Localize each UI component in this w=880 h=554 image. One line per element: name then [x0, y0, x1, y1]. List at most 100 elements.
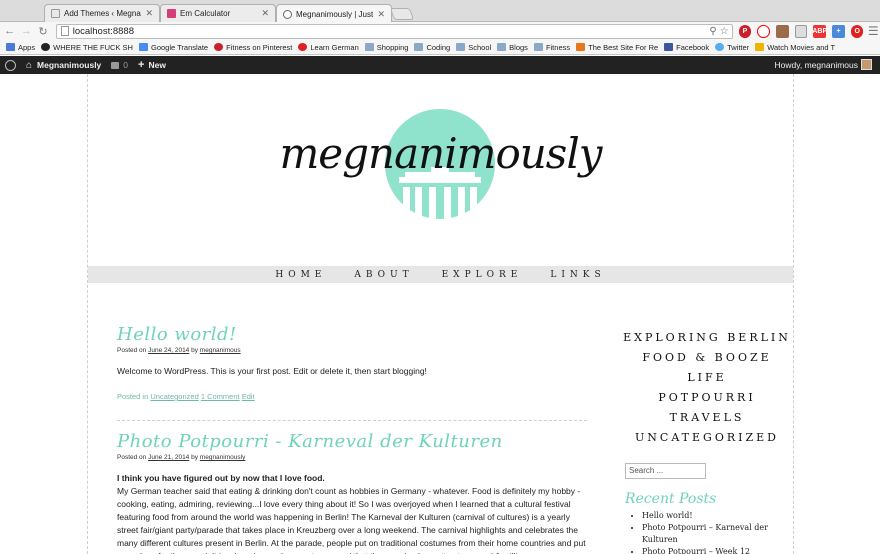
- bookmark-facebook[interactable]: Facebook: [664, 43, 709, 52]
- post-title[interactable]: Photo Potpourri - Karneval der Kulturen: [117, 431, 592, 452]
- extension-badge-icon[interactable]: +: [832, 24, 845, 38]
- folder-icon: [364, 43, 374, 51]
- browser-toolbar: ← → ↻ localhost:8888 ⚲ ☆ P ABP + O ☰: [0, 22, 880, 40]
- site-page: megnanimously HOME ABOUT EXPLORE LINKS H…: [87, 74, 794, 554]
- wordpress-icon: [283, 9, 292, 19]
- content-area: Hello world! Posted on June 24, 2014 by …: [117, 324, 592, 554]
- howdy-user[interactable]: Howdy, megnanimous: [775, 60, 858, 70]
- tab-megnanimously[interactable]: Megnanimously | Just another WordPress s…: [276, 4, 392, 23]
- post-footer: Posted in Uncategorized 1 Comment Edit: [117, 392, 592, 401]
- post-divider: [117, 420, 587, 421]
- tab-add-themes[interactable]: Add Themes ‹ Megnanimously ✕: [44, 4, 160, 22]
- bookmark-label: Fitness: [545, 42, 571, 52]
- nav-explore[interactable]: EXPLORE: [442, 270, 523, 280]
- site-header: megnanimously: [88, 74, 793, 264]
- bookmark-folder-school[interactable]: School: [456, 43, 491, 52]
- comments-link[interactable]: 1 Comment: [201, 392, 240, 401]
- tab-title: Em Calculator: [180, 9, 231, 18]
- search-input[interactable]: Search ...: [625, 463, 706, 479]
- main-navigation: HOME ABOUT EXPLORE LINKS: [88, 266, 793, 283]
- site-name: Megnanimously: [37, 60, 102, 70]
- admin-comments-link[interactable]: 0: [111, 60, 128, 70]
- category-food-booze[interactable]: FOOD & BOOZE: [622, 348, 792, 368]
- menu-icon[interactable]: ☰: [866, 24, 880, 38]
- recent-post-link[interactable]: Photo Potpourri – Karneval der Kulturen: [642, 522, 792, 546]
- folder-icon: [414, 43, 424, 51]
- bookmark-folder-shopping[interactable]: Shopping: [364, 43, 408, 52]
- adblock-plus-icon[interactable]: ABP: [812, 24, 827, 38]
- wordpress-logo-icon[interactable]: [5, 59, 16, 71]
- bookmark-apps[interactable]: Apps: [6, 43, 35, 52]
- post-lead: I think you have figured out by now that…: [117, 473, 325, 483]
- post-author-link[interactable]: megnanimous: [200, 347, 241, 354]
- bookmark-item[interactable]: WHERE THE FUCK SH: [41, 43, 133, 52]
- post-date-link[interactable]: June 21, 2014: [148, 454, 189, 461]
- address-bar[interactable]: localhost:8888 ⚲ ☆: [55, 23, 733, 39]
- forward-arrow-icon[interactable]: →: [20, 24, 34, 38]
- bookmark-learn-german[interactable]: Learn German: [298, 43, 359, 52]
- bookmark-label: Fitness on Pinterest: [226, 42, 293, 52]
- bookmark-icon: [755, 43, 765, 51]
- posted-in-label: Posted in: [117, 392, 149, 401]
- reload-icon[interactable]: ↻: [36, 24, 50, 38]
- bookmark-folder-fitness[interactable]: Fitness: [533, 42, 571, 52]
- post-title[interactable]: Hello world!: [117, 324, 592, 345]
- recent-posts-heading: Recent Posts: [625, 491, 717, 507]
- apps-grid-icon: [6, 43, 15, 51]
- close-icon[interactable]: ✕: [145, 8, 153, 19]
- category-uncategorized[interactable]: UNCATEGORIZED: [622, 428, 792, 448]
- post-body: I think you have figured out by now that…: [117, 472, 592, 554]
- post-author-link[interactable]: megnanimously: [200, 454, 246, 461]
- bookmark-best-site[interactable]: The Best Site For Re: [576, 43, 658, 52]
- admin-new-link[interactable]: + New: [138, 59, 166, 71]
- bookmark-fitness-pinterest[interactable]: Fitness on Pinterest: [214, 43, 292, 52]
- category-exploring-berlin[interactable]: EXPLORING BERLIN: [622, 328, 792, 348]
- nav-about[interactable]: ABOUT: [354, 270, 413, 280]
- search-icon[interactable]: ⚲: [709, 26, 716, 37]
- new-tab-button[interactable]: [389, 8, 415, 20]
- bookmark-folder-coding[interactable]: Coding: [414, 43, 450, 52]
- post-date-link[interactable]: June 24, 2014: [148, 347, 189, 354]
- target-extension-icon[interactable]: [757, 24, 770, 38]
- nav-links[interactable]: LINKS: [550, 270, 605, 280]
- by-label: by: [191, 347, 198, 354]
- bookmark-google-translate[interactable]: Google Translate: [138, 43, 208, 52]
- pinterest-extension-icon[interactable]: P: [738, 24, 752, 38]
- google-translate-icon: [138, 43, 148, 51]
- star-icon[interactable]: ☆: [720, 26, 729, 37]
- post-meta: Posted on June 24, 2014 by megnanimous: [117, 347, 592, 354]
- avatar[interactable]: [861, 59, 872, 70]
- post-meta: Posted on June 21, 2014 by megnanimously: [117, 454, 592, 461]
- site-title[interactable]: megnanimously: [88, 129, 793, 178]
- close-icon[interactable]: ✕: [377, 9, 385, 20]
- by-label: by: [191, 454, 198, 461]
- close-icon[interactable]: ✕: [261, 8, 269, 19]
- opera-extension-icon[interactable]: O: [850, 24, 864, 38]
- comments-count: 0: [123, 60, 129, 70]
- bookmark-watch-movies[interactable]: Watch Movies and T: [755, 43, 835, 52]
- twitter-icon: [715, 43, 725, 51]
- recent-posts-list: Hello world! Photo Potpourri – Karneval …: [642, 510, 792, 554]
- bookmark-folder-blogs[interactable]: Blogs: [497, 43, 528, 52]
- home-icon: ⌂: [26, 59, 33, 71]
- back-arrow-icon[interactable]: ←: [3, 24, 17, 38]
- post-hello-world: Hello world! Posted on June 24, 2014 by …: [117, 324, 592, 411]
- plus-icon: +: [138, 59, 145, 71]
- nav-home[interactable]: HOME: [275, 270, 326, 280]
- category-potpourri[interactable]: POTPOURRI: [622, 388, 792, 408]
- bookmark-twitter[interactable]: Twitter: [715, 43, 749, 52]
- category-link[interactable]: Uncategorized: [150, 392, 198, 401]
- folder-icon: [456, 43, 466, 51]
- bookmark-label: Facebook: [676, 42, 710, 52]
- cast-icon[interactable]: [794, 24, 808, 38]
- bookmark-label: Apps: [18, 42, 36, 52]
- recent-post-link[interactable]: Hello world!: [642, 510, 792, 522]
- instagram-extension-icon[interactable]: [775, 24, 789, 38]
- tab-em-calculator[interactable]: Em Calculator ✕: [160, 4, 276, 22]
- edit-link[interactable]: Edit: [242, 392, 255, 401]
- category-travels[interactable]: TRAVELS: [622, 408, 792, 428]
- post-text: My German teacher said that eating & dri…: [117, 486, 586, 554]
- category-life[interactable]: LIFE: [622, 368, 792, 388]
- recent-post-link[interactable]: Photo Potpourri – Week 12: [642, 546, 792, 554]
- admin-site-link[interactable]: ⌂ Megnanimously: [26, 60, 101, 71]
